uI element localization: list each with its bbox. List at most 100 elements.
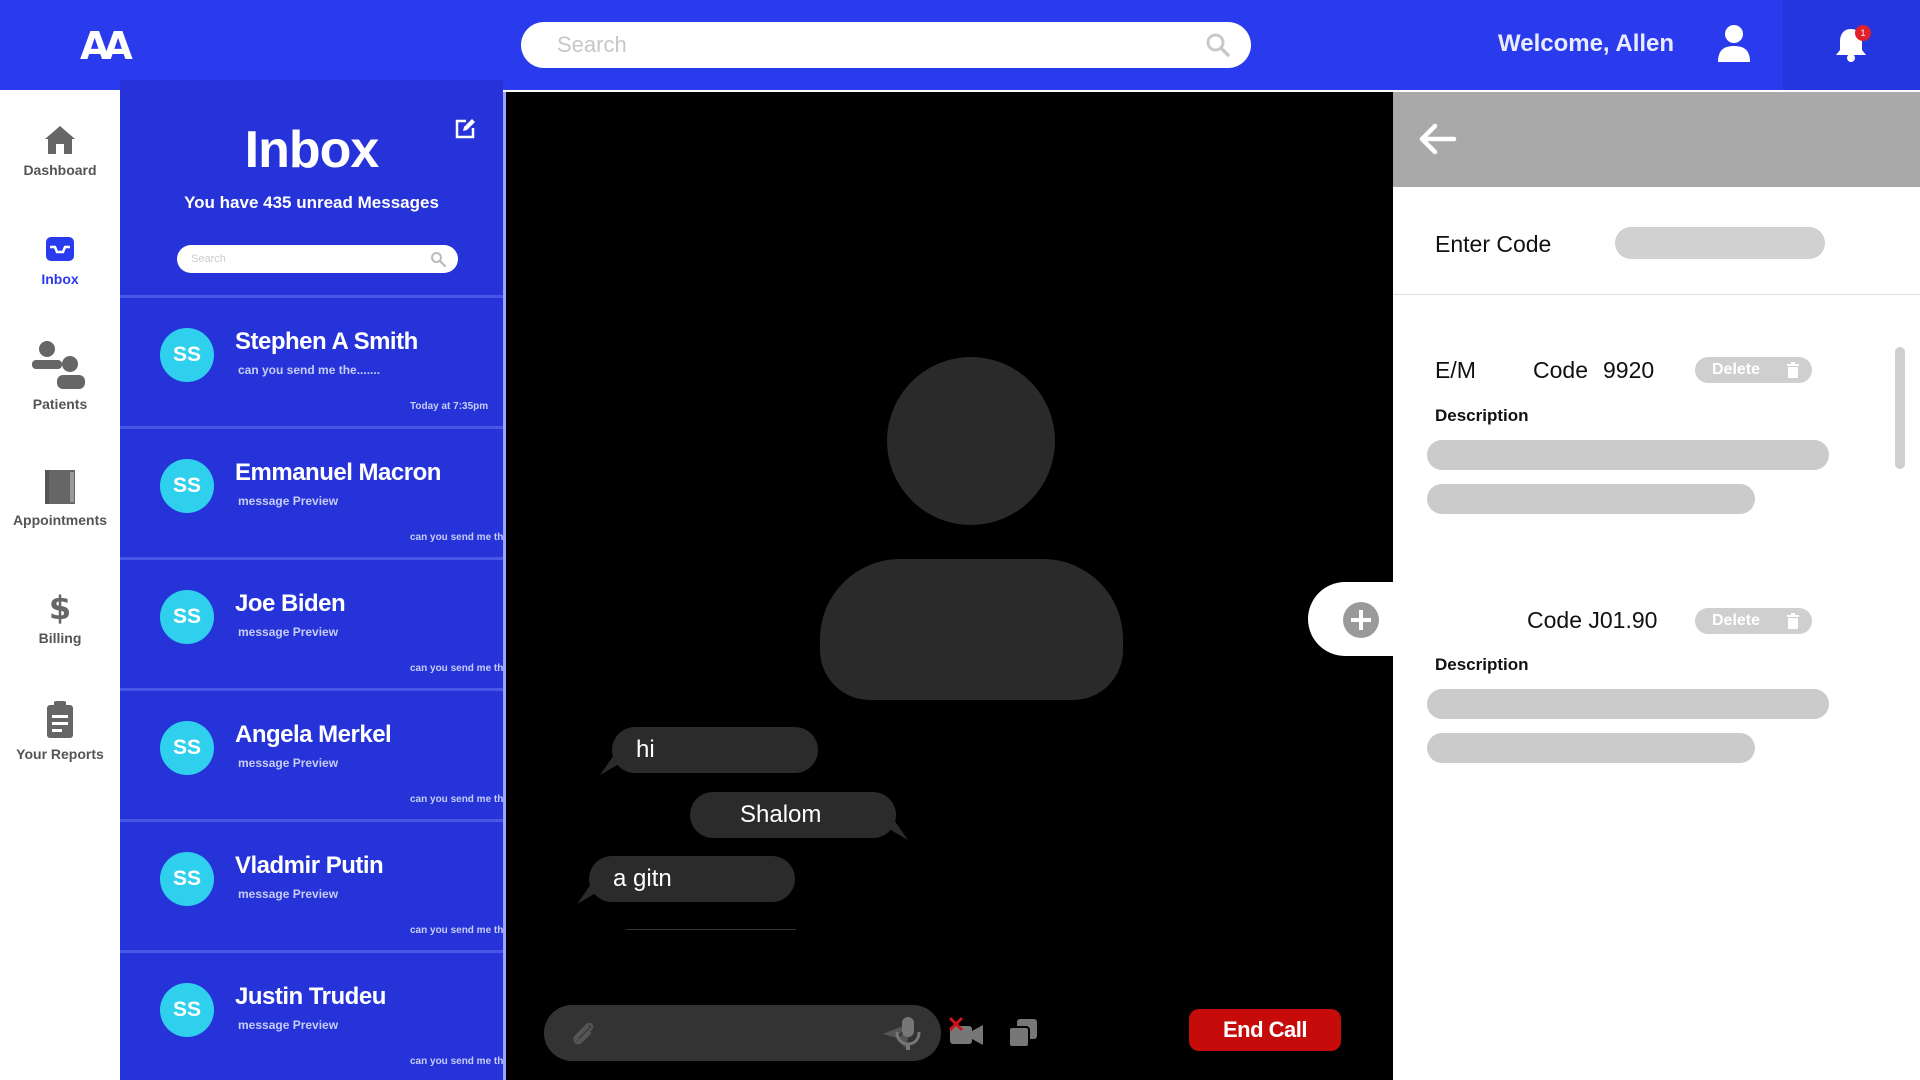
message-preview: message Preview: [238, 887, 339, 901]
message-item[interactable]: SS Justin Trudeu message Preview can you…: [120, 950, 503, 1080]
avatar: SS: [160, 328, 214, 382]
chat-bubble-outgoing: Shalom: [690, 792, 908, 840]
bubble-tail: [884, 820, 908, 840]
bubble-tail: [577, 884, 601, 904]
notifications-area[interactable]: 1: [1783, 0, 1920, 90]
svg-text:$: $: [49, 590, 71, 624]
message-preview: can you send me the.......: [238, 363, 381, 377]
plus-circle-icon[interactable]: [1342, 601, 1380, 639]
nav-label: Appointments: [12, 512, 108, 528]
chat-message-input[interactable]: [544, 1005, 941, 1061]
enter-code-label: Enter Code: [1435, 231, 1552, 257]
users-icon: [32, 341, 85, 389]
divider: [1393, 294, 1920, 295]
description-label: Description: [1435, 655, 1529, 674]
avatar: SS: [160, 721, 214, 775]
message-snippet: can you send me th: [410, 794, 503, 805]
welcome-text: Welcome, Allen: [1498, 30, 1675, 57]
avatar: SS: [160, 983, 214, 1037]
message-preview: message Preview: [238, 1018, 339, 1032]
billing-codes-panel: Enter Code E/M Code 9920 Delete Descript…: [1393, 92, 1920, 1080]
message-snippet: can you send me th: [410, 1056, 503, 1067]
unread-count-text: You have 435 unread Messages: [184, 193, 439, 212]
avatar: SS: [160, 459, 214, 513]
left-sidebar: Dashboard Inbox Patients Appointments $ …: [0, 90, 120, 1080]
delete-label: Delete: [1712, 612, 1761, 629]
nav-label: Patients: [32, 396, 88, 412]
chat-bubble-incoming: a gitn: [577, 856, 795, 904]
nav-item-billing[interactable]: $ Billing: [0, 590, 120, 646]
description-placeholder: [1427, 733, 1755, 763]
delete-code-button[interactable]: Delete: [1695, 357, 1812, 383]
nav-item-your-reports[interactable]: Your Reports: [0, 700, 120, 762]
nav-item-appointments[interactable]: Appointments: [0, 468, 120, 528]
sender-name: Justin Trudeu: [235, 983, 386, 1010]
message-preview: message Preview: [238, 625, 339, 639]
clipboard-icon: [47, 701, 73, 738]
microphone-icon[interactable]: [888, 1014, 928, 1052]
notification-badge: 1: [1855, 25, 1871, 41]
description-placeholder: [1427, 689, 1829, 719]
enter-code-input[interactable]: [1615, 227, 1825, 259]
avatar: SS: [160, 852, 214, 906]
message-preview: message Preview: [238, 756, 339, 770]
global-search[interactable]: [521, 22, 1251, 68]
chat-text: hi: [636, 736, 655, 763]
description-placeholder: [1427, 484, 1755, 514]
nav-label: Your Reports: [16, 746, 104, 762]
delete-code-button[interactable]: Delete: [1695, 608, 1812, 634]
search-icon[interactable]: [430, 251, 446, 267]
nav-label: Dashboard: [23, 162, 97, 178]
nav-item-inbox[interactable]: Inbox: [0, 233, 120, 287]
inbox-search[interactable]: [177, 245, 458, 273]
trash-icon: [1787, 613, 1799, 629]
inbox-title: Inbox: [244, 121, 380, 179]
video-call-area: hi Shalom a gitn End Call: [503, 92, 1393, 1080]
panel-header: [1393, 92, 1920, 187]
description-label: Description: [1435, 406, 1529, 425]
divider: [626, 929, 796, 930]
nav-item-dashboard[interactable]: Dashboard: [0, 124, 120, 178]
chat-text: Shalom: [740, 801, 822, 828]
top-header: AA Welcome, Allen 1: [0, 0, 1920, 90]
message-snippet: can you send me th: [410, 532, 503, 543]
avatar: SS: [160, 590, 214, 644]
home-icon: [45, 126, 75, 154]
app-logo[interactable]: AA: [80, 24, 133, 68]
screen-share-icon[interactable]: [1003, 1014, 1043, 1052]
book-icon: [45, 470, 75, 504]
user-profile-icon[interactable]: [1716, 24, 1752, 64]
dollar-icon: $: [49, 590, 71, 624]
panel-scrollbar[interactable]: [1895, 347, 1905, 469]
global-search-input[interactable]: [557, 30, 1157, 60]
message-item[interactable]: SS Vladmir Putin message Preview can you…: [120, 819, 503, 950]
message-snippet: can you send me th: [410, 663, 503, 674]
inbox-search-input[interactable]: [191, 250, 411, 268]
delete-label: Delete: [1712, 361, 1761, 378]
sender-name: Joe Biden: [235, 590, 346, 617]
end-call-button[interactable]: End Call: [1189, 1009, 1341, 1051]
message-item[interactable]: SS Stephen A Smith can you send me the..…: [120, 295, 503, 426]
message-item[interactable]: SS Emmanuel Macron message Preview can y…: [120, 426, 503, 557]
message-snippet: can you send me th: [410, 925, 503, 936]
description-placeholder: [1427, 440, 1829, 470]
trash-icon: [1787, 362, 1799, 378]
chat-bubble-incoming: hi: [600, 727, 818, 775]
message-time: Today at 7:35pm: [410, 401, 489, 412]
sender-name: Stephen A Smith: [235, 328, 418, 355]
nav-item-patients[interactable]: Patients: [0, 340, 120, 412]
bubble-tail: [600, 755, 624, 775]
message-item[interactable]: SS Angela Merkel message Preview can you…: [120, 688, 503, 819]
code-type-label: E/M: [1435, 357, 1476, 383]
compose-icon[interactable]: [454, 118, 476, 140]
message-item[interactable]: SS Joe Biden message Preview can you sen…: [120, 557, 503, 688]
sender-name: Emmanuel Macron: [235, 459, 441, 486]
back-arrow-icon[interactable]: [1417, 122, 1457, 156]
search-icon[interactable]: [1205, 32, 1231, 58]
video-off-icon[interactable]: [946, 1014, 986, 1052]
paperclip-icon[interactable]: [568, 1019, 598, 1049]
code-label: Code J01.90: [1527, 607, 1658, 633]
add-code-tab[interactable]: [1308, 582, 1398, 656]
participant-placeholder-body: [820, 559, 1123, 700]
code-label: Code: [1533, 357, 1588, 383]
